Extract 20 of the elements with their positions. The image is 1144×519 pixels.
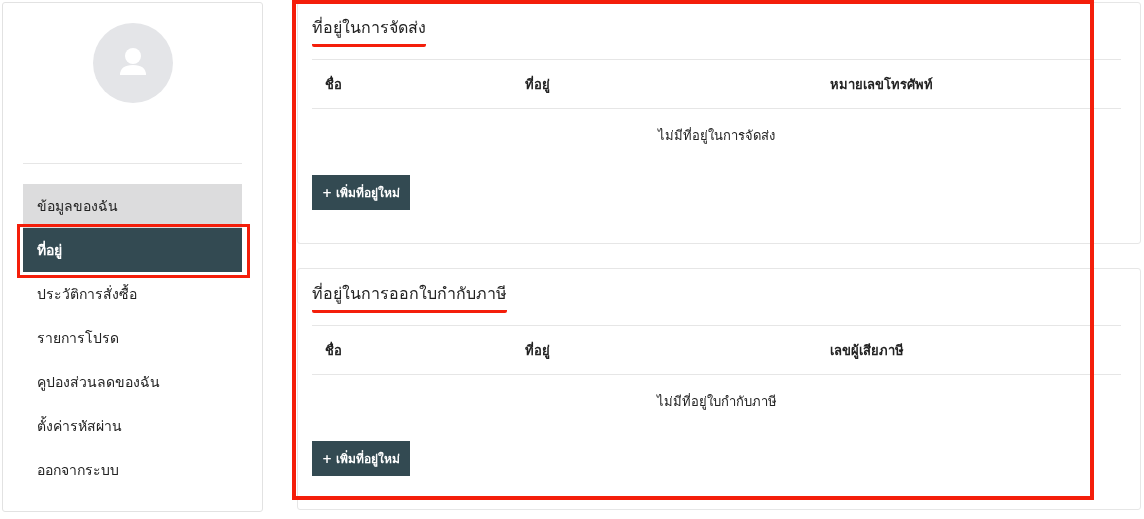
column-header: ที่อยู่ (524, 340, 551, 361)
column-header: เลขผู้เสียภาษี (829, 341, 905, 361)
sidebar-item[interactable]: ตั้งค่ารหัสผ่าน (23, 404, 242, 448)
sidebar-item[interactable]: คูปองส่วนลดของฉัน (23, 360, 242, 404)
section-title: ที่อยู่ในการจัดส่ง (312, 15, 426, 47)
column-header: ชื่อ (324, 74, 343, 94)
sidebar-item[interactable]: ประวัติการสั่งซื้อ (23, 272, 242, 316)
sidebar-item[interactable]: ที่อยู่ (23, 228, 242, 272)
sidebar-item[interactable]: ข้อมูลของฉัน (23, 184, 242, 228)
add-address-button[interactable]: + เพิ่มที่อยู่ใหม่ (312, 441, 411, 476)
sidebar-item[interactable]: รายการโปรด (23, 316, 242, 360)
empty-message: ไม่มีที่อยู่ใบกำกับภาษี (656, 394, 777, 409)
add-address-button[interactable]: + เพิ่มที่อยู่ใหม่ (312, 175, 411, 210)
sidebar-item[interactable]: ออกจากระบบ (23, 448, 242, 492)
avatar-icon (92, 23, 173, 103)
empty-message: ไม่มีที่อยู่ในการจัดส่ง (658, 128, 775, 143)
column-header: หมายเลขโทรศัพท์ (829, 75, 934, 94)
column-header: ที่อยู่ (524, 74, 551, 95)
section-title: ที่อยู่ในการออกใบกำกับภาษี (312, 281, 507, 313)
column-header: ชื่อ (324, 340, 343, 360)
